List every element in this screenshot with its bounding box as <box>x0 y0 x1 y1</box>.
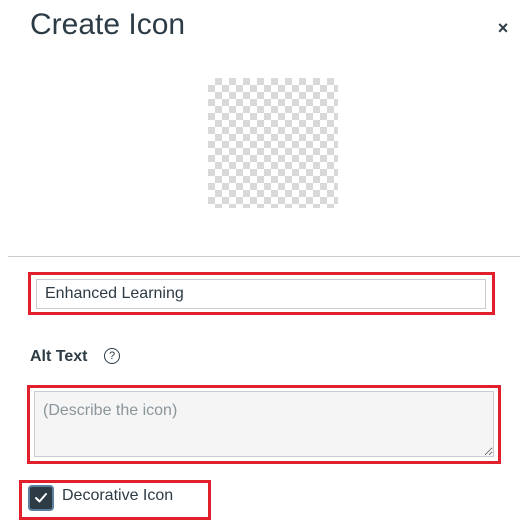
help-icon[interactable]: ? <box>104 348 120 364</box>
alt-text-input[interactable] <box>34 391 494 457</box>
checkmark-icon <box>35 493 47 503</box>
alt-text-label: Alt Text <box>30 348 88 365</box>
close-icon[interactable]: × <box>493 16 513 40</box>
icon-name-input[interactable] <box>36 279 486 309</box>
dialog-title: Create Icon <box>30 8 186 41</box>
icon-preview <box>208 78 338 208</box>
divider <box>8 256 520 257</box>
decorative-checkbox[interactable] <box>28 485 54 511</box>
decorative-icon-label: Decorative Icon <box>62 487 174 504</box>
